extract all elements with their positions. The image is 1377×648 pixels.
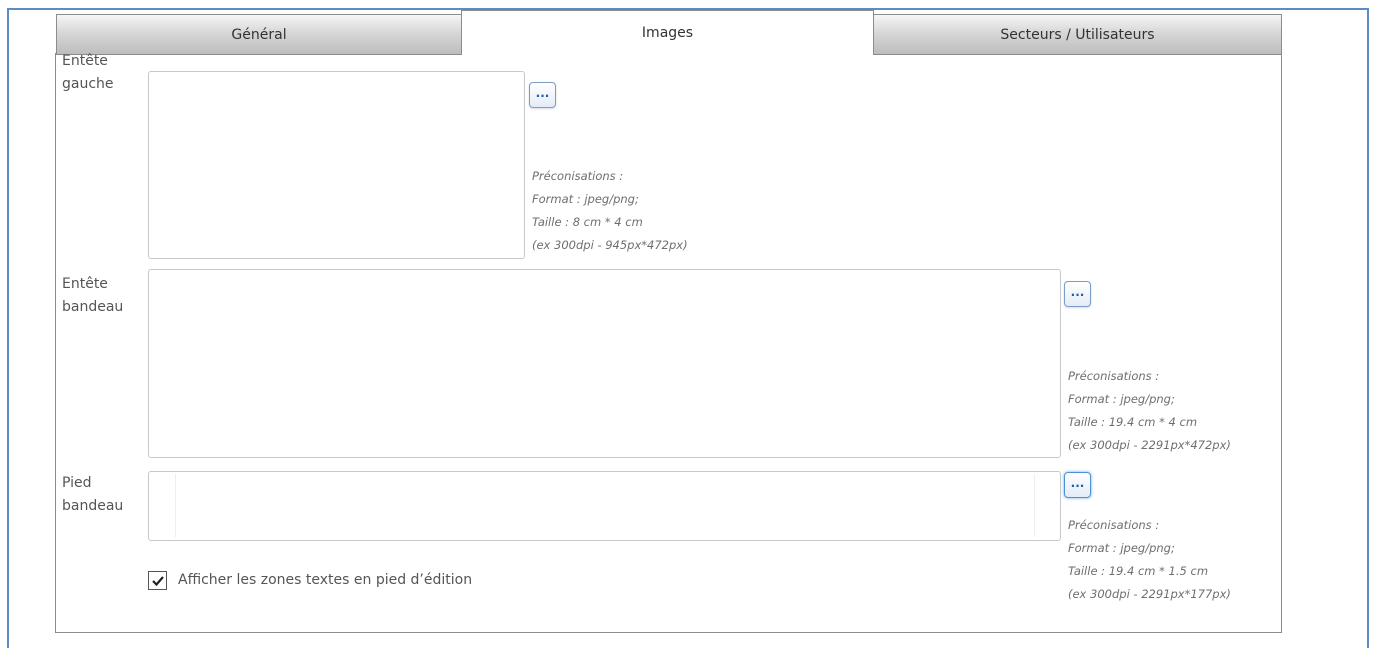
entete-gauche-label-line1: Entête xyxy=(62,53,108,69)
tab-general-label: Général xyxy=(231,27,287,43)
pied-bandeau-browse-button[interactable]: ... xyxy=(1064,472,1091,498)
pied-bandeau-image-box[interactable] xyxy=(148,471,1061,541)
pied-bandeau-label-line1: Pied xyxy=(62,475,92,491)
hint-line: (ex 300dpi - 2291px*472px) xyxy=(1068,438,1231,452)
entete-bandeau-label-line2: bandeau xyxy=(62,299,124,315)
hint-line: Format : jpeg/png; xyxy=(1068,392,1175,406)
tab-images[interactable]: Images xyxy=(461,10,874,54)
hint-line: Taille : 19.4 cm * 1.5 cm xyxy=(1068,564,1209,578)
entete-gauche-browse-button[interactable]: ... xyxy=(529,82,556,108)
hint-line: Préconisations : xyxy=(532,169,624,183)
hint-line: (ex 300dpi - 2291px*177px) xyxy=(1068,587,1231,601)
pied-bandeau-hints: Préconisations : Format : jpeg/png; Tail… xyxy=(1068,514,1231,606)
entete-gauche-image-box[interactable] xyxy=(148,71,525,259)
pied-bandeau-image-preview xyxy=(175,474,1035,537)
tab-general[interactable]: Général xyxy=(56,14,462,55)
entete-gauche-label: Entête gauche xyxy=(62,50,114,96)
hint-line: Format : jpeg/png; xyxy=(1068,541,1175,555)
entete-bandeau-browse-button[interactable]: ... xyxy=(1064,281,1091,307)
afficher-zones-textes-label: Afficher les zones textes en pied d’édit… xyxy=(178,572,473,588)
hint-line: Taille : 19.4 cm * 4 cm xyxy=(1068,415,1198,429)
tab-secteurs-utilisateurs[interactable]: Secteurs / Utilisateurs xyxy=(873,14,1282,55)
tab-images-label: Images xyxy=(641,25,694,41)
hint-line: Préconisations : xyxy=(1068,369,1160,383)
pied-bandeau-label: Pied bandeau xyxy=(62,472,123,518)
hint-line: Préconisations : xyxy=(1068,518,1160,532)
tab-secteurs-label: Secteurs / Utilisateurs xyxy=(1000,27,1155,43)
hint-line: (ex 300dpi - 945px*472px) xyxy=(532,238,688,252)
hint-line: Format : jpeg/png; xyxy=(532,192,639,206)
hint-line: Taille : 8 cm * 4 cm xyxy=(532,215,643,229)
entete-bandeau-label-line1: Entête xyxy=(62,276,108,292)
entete-bandeau-hints: Préconisations : Format : jpeg/png; Tail… xyxy=(1068,365,1231,457)
entete-bandeau-label: Entête bandeau xyxy=(62,273,123,319)
pied-bandeau-label-line2: bandeau xyxy=(62,498,124,514)
entete-gauche-label-line2: gauche xyxy=(62,76,114,92)
entete-bandeau-image-box[interactable] xyxy=(148,269,1061,458)
afficher-zones-textes-checkbox[interactable] xyxy=(148,571,167,590)
entete-gauche-hints: Préconisations : Format : jpeg/png; Tail… xyxy=(532,165,688,257)
checkmark-icon xyxy=(152,576,164,587)
